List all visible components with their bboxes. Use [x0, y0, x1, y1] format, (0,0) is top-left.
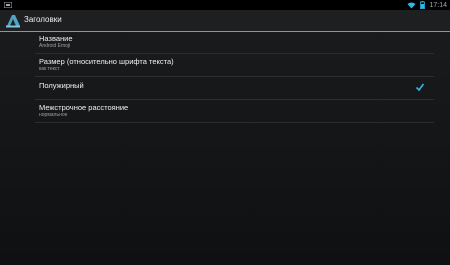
pref-bold[interactable]: Полужирный: [35, 77, 434, 100]
preferences-list: Название Android Emoji Размер (относител…: [35, 31, 434, 123]
status-time: 17:14: [429, 1, 447, 9]
pref-summary: нормальное: [39, 112, 68, 118]
pref-title: Размер (относительно шрифта текста): [39, 57, 174, 66]
pref-line-spacing[interactable]: Межстрочное расстояние нормальное: [35, 100, 434, 123]
pref-size[interactable]: Размер (относительно шрифта текста) как …: [35, 54, 434, 77]
checkmark-icon[interactable]: [415, 82, 425, 92]
pref-summary: Android Emoji: [39, 43, 71, 49]
wifi-icon: [407, 2, 416, 8]
notification-icon: [4, 2, 12, 8]
pref-summary: как текст: [39, 66, 60, 72]
pref-name[interactable]: Название Android Emoji: [35, 31, 434, 54]
battery-icon: [420, 1, 426, 9]
status-bar: 17:14: [0, 0, 450, 10]
pref-title: Название: [39, 34, 73, 43]
action-bar: Заголовки: [0, 10, 450, 32]
app-icon[interactable]: [5, 13, 21, 28]
pref-title: Межстрочное расстояние: [39, 103, 129, 112]
page-title: Заголовки: [24, 15, 62, 24]
pref-title: Полужирный: [39, 81, 84, 90]
